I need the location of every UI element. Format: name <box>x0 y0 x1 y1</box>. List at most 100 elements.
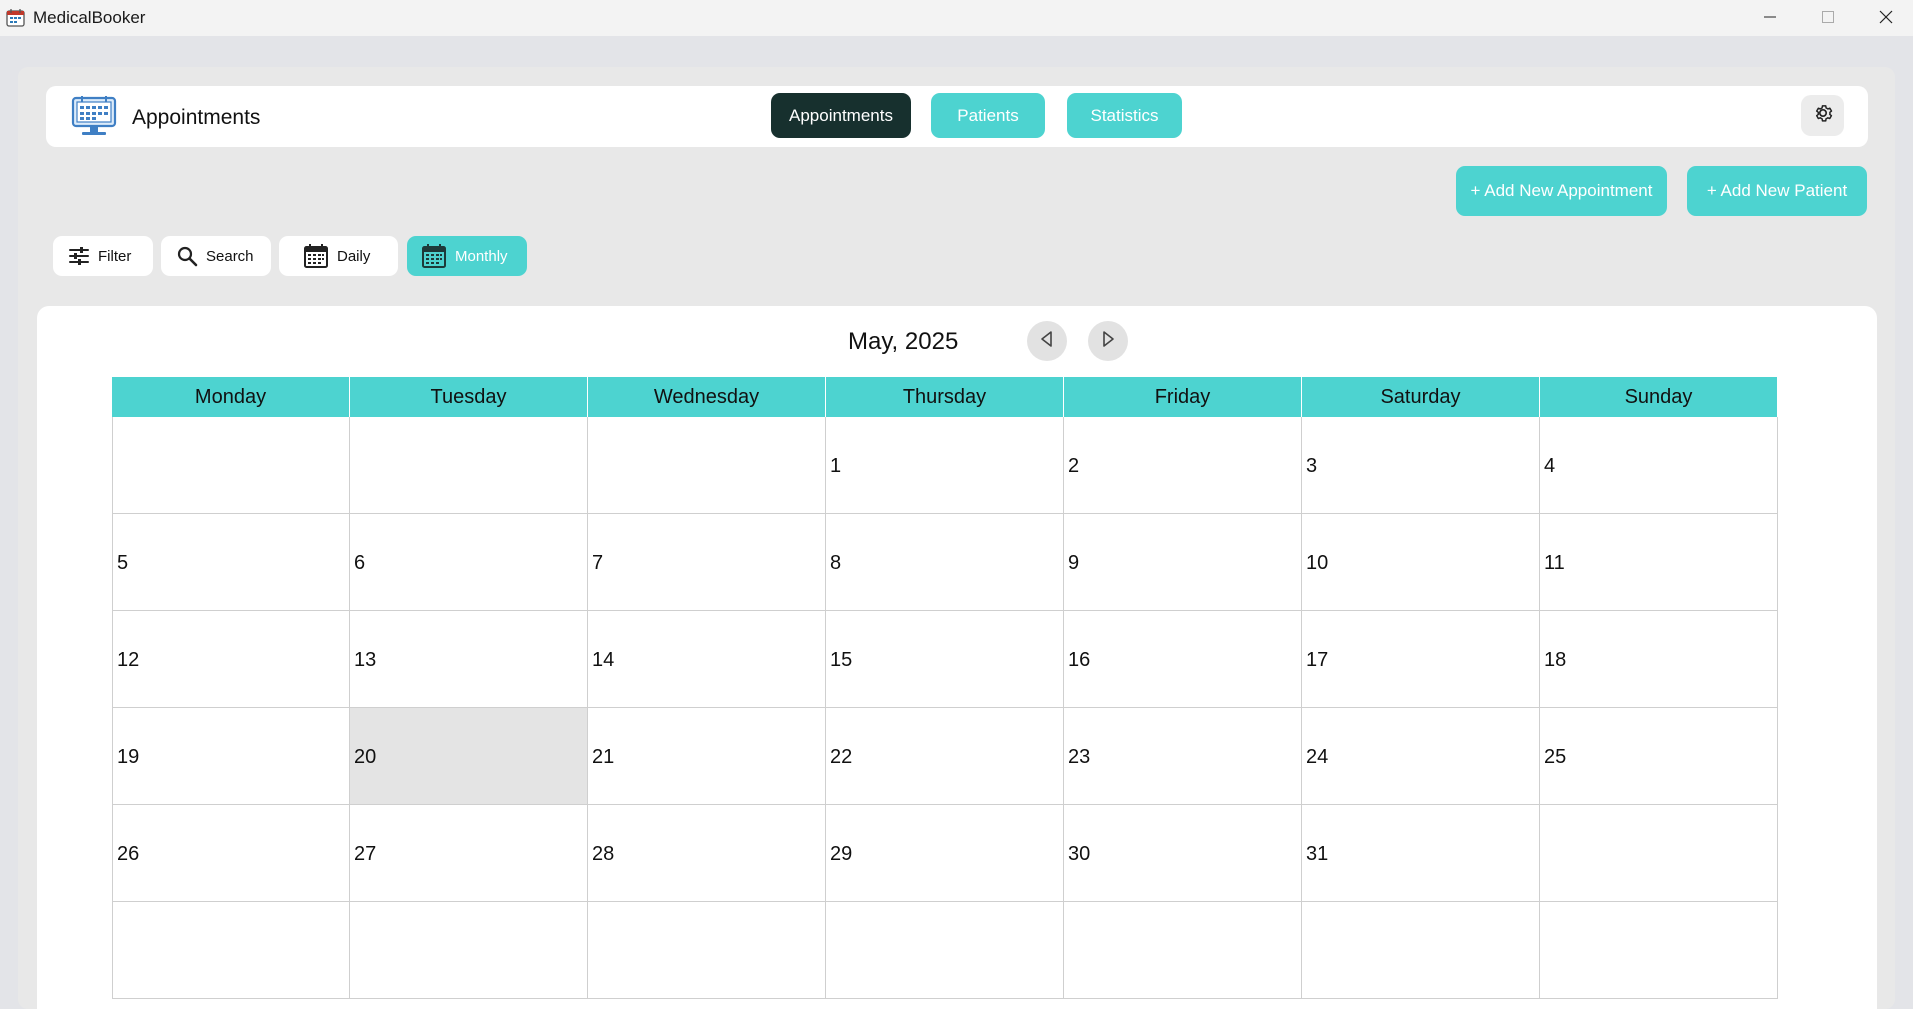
day-number: 5 <box>117 552 129 574</box>
calendar-day-cell[interactable]: 28 <box>588 805 826 902</box>
add-patient-button[interactable]: + Add New Patient <box>1687 166 1867 216</box>
maximize-button[interactable] <box>1799 0 1857 34</box>
day-number: 6 <box>354 552 366 574</box>
calendar-day-cell[interactable]: 21 <box>588 708 826 805</box>
day-number: 12 <box>117 649 140 671</box>
minimize-button[interactable] <box>1741 0 1799 34</box>
weekday-header: Saturday <box>1302 377 1540 417</box>
calendar-day-cell[interactable]: 29 <box>826 805 1064 902</box>
filter-label: Filter <box>98 247 132 265</box>
day-number: 4 <box>1544 455 1556 477</box>
calendar-empty-cell[interactable] <box>588 902 826 999</box>
calendar-day-cell[interactable]: 25 <box>1540 708 1778 805</box>
calendar-day-cell[interactable]: 13 <box>350 611 588 708</box>
calendar-empty-cell[interactable] <box>112 417 350 514</box>
monthly-view-button[interactable]: Monthly <box>407 236 527 276</box>
calendar-empty-cell[interactable] <box>826 902 1064 999</box>
nav-appointments-button[interactable]: Appointments <box>771 93 911 138</box>
filter-button[interactable]: Filter <box>53 236 153 276</box>
close-button[interactable] <box>1857 0 1913 34</box>
month-label: May, 2025 <box>848 328 959 355</box>
day-number: 19 <box>117 746 140 768</box>
chevron-right-icon <box>1099 330 1117 353</box>
calendar-empty-cell[interactable] <box>1540 805 1778 902</box>
calendar-day-cell[interactable]: 7 <box>588 514 826 611</box>
day-number: 10 <box>1306 552 1329 574</box>
day-number: 18 <box>1544 649 1567 671</box>
day-number: 16 <box>1068 649 1091 671</box>
calendar-day-cell[interactable]: 27 <box>350 805 588 902</box>
calendar-empty-cell[interactable] <box>112 902 350 999</box>
calendar-empty-cell[interactable] <box>588 417 826 514</box>
calendar-day-cell[interactable]: 30 <box>1064 805 1302 902</box>
calendar-day-cell[interactable]: 2 <box>1064 417 1302 514</box>
calendar-empty-cell[interactable] <box>1302 902 1540 999</box>
calendar-grid: Monday Tuesday Wednesday Thursday Friday Satu… <box>112 377 1779 999</box>
calendar-day-cell[interactable]: 22 <box>826 708 1064 805</box>
nav-patients-button[interactable]: Patients <box>931 93 1045 138</box>
calendar-day-cell[interactable]: 11 <box>1540 514 1778 611</box>
calendar-empty-cell[interactable] <box>1064 902 1302 999</box>
calendar-day-cell[interactable]: 14 <box>588 611 826 708</box>
appointments-logo-icon <box>70 94 118 138</box>
calendar-day-cell[interactable]: 31 <box>1302 805 1540 902</box>
calendar-icon <box>421 243 447 269</box>
title-bar: MedicalBooker <box>0 0 1913 36</box>
day-number: 25 <box>1544 746 1567 768</box>
day-number: 21 <box>592 746 615 768</box>
settings-button[interactable] <box>1801 95 1844 136</box>
chevron-left-icon <box>1038 330 1056 353</box>
day-number: 15 <box>830 649 853 671</box>
calendar-day-cell[interactable]: 12 <box>112 611 350 708</box>
app-calendar-icon <box>6 8 26 28</box>
calendar-day-cell[interactable]: 8 <box>826 514 1064 611</box>
day-number: 9 <box>1068 552 1080 574</box>
day-number: 28 <box>592 843 615 865</box>
calendar-day-cell[interactable]: 3 <box>1302 417 1540 514</box>
calendar-day-cell[interactable]: 18 <box>1540 611 1778 708</box>
calendar-day-cell[interactable]: 15 <box>826 611 1064 708</box>
calendar-day-cell[interactable]: 6 <box>350 514 588 611</box>
calendar-day-cell[interactable]: 19 <box>112 708 350 805</box>
filter-icon <box>68 246 90 266</box>
calendar-day-cell[interactable]: 10 <box>1302 514 1540 611</box>
search-icon <box>176 245 198 267</box>
calendar-empty-cell[interactable] <box>1540 902 1778 999</box>
weekday-header: Sunday <box>1540 377 1778 417</box>
day-number: 3 <box>1306 455 1318 477</box>
daily-label: Daily <box>337 247 371 265</box>
calendar-day-cell[interactable]: 26 <box>112 805 350 902</box>
calendar-empty-cell[interactable] <box>350 417 588 514</box>
calendar-day-cell[interactable]: 23 <box>1064 708 1302 805</box>
calendar-day-cell[interactable]: 16 <box>1064 611 1302 708</box>
calendar-icon <box>303 243 329 269</box>
calendar-day-cell[interactable]: 5 <box>112 514 350 611</box>
calendar-day-cell[interactable]: 4 <box>1540 417 1778 514</box>
calendar-day-cell[interactable]: 17 <box>1302 611 1540 708</box>
day-number: 30 <box>1068 843 1091 865</box>
day-number: 14 <box>592 649 615 671</box>
next-month-button[interactable] <box>1088 321 1128 361</box>
daily-view-button[interactable]: Daily <box>279 236 398 276</box>
previous-month-button[interactable] <box>1027 321 1067 361</box>
page-title: Appointments <box>132 106 261 129</box>
day-number: 26 <box>117 843 140 865</box>
day-number: 29 <box>830 843 853 865</box>
calendar-day-cell[interactable]: 20 <box>350 708 588 805</box>
day-number: 1 <box>830 455 842 477</box>
search-button[interactable]: Search <box>161 236 271 276</box>
monthly-label: Monthly <box>455 247 508 265</box>
gear-icon <box>1812 102 1834 129</box>
add-appointment-button[interactable]: + Add New Appointment <box>1456 166 1667 216</box>
calendar-day-cell[interactable]: 1 <box>826 417 1064 514</box>
day-number: 23 <box>1068 746 1091 768</box>
weekday-header: Friday <box>1064 377 1302 417</box>
calendar-empty-cell[interactable] <box>350 902 588 999</box>
day-number: 8 <box>830 552 842 574</box>
day-number: 13 <box>354 649 377 671</box>
day-number: 20 <box>354 746 377 768</box>
search-label: Search <box>206 247 254 265</box>
calendar-day-cell[interactable]: 24 <box>1302 708 1540 805</box>
calendar-day-cell[interactable]: 9 <box>1064 514 1302 611</box>
nav-statistics-button[interactable]: Statistics <box>1067 93 1182 138</box>
